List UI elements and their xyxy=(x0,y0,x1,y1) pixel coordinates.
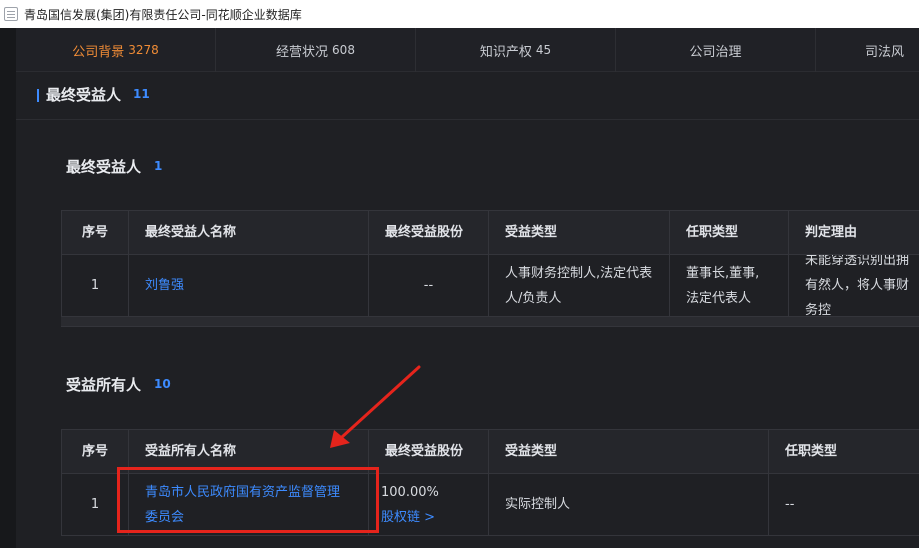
section-accent-bar xyxy=(37,89,39,102)
tab-intellectual-property[interactable]: 知识产权 45 xyxy=(416,28,616,72)
position-type: 董事长,董事,法定代表人 xyxy=(669,255,788,316)
column-header: 最终受益股份 xyxy=(368,211,488,254)
determination-reason: 未能穿透识别出拥有然人，将人事财务控 xyxy=(788,255,919,316)
column-header: 最终受益人名称 xyxy=(128,211,368,254)
column-header: 受益类型 xyxy=(488,430,768,473)
tab-count: 45 xyxy=(535,43,552,57)
tab-label: 公司治理 xyxy=(689,44,742,60)
tab-count: 608 xyxy=(332,43,355,57)
column-header: 受益类型 xyxy=(488,211,669,254)
beneficiary-name-cell: 刘鲁强 xyxy=(128,255,368,316)
window-titlebar: 青岛国信发展(集团)有限责任公司-同花顺企业数据库 xyxy=(0,0,919,28)
company-tabs: 公司背景 3278 经营状况 608 知识产权 45 公司治理 司法风 xyxy=(16,28,919,72)
row-index: 1 xyxy=(61,255,128,316)
tab-company-background[interactable]: 公司背景 3278 xyxy=(16,28,216,72)
left-sidebar-strip xyxy=(0,28,16,548)
owner-share-value: 100.00% xyxy=(381,484,439,500)
owner-share-cell: 100.00% 股权链 > xyxy=(368,474,488,535)
tab-corporate-governance[interactable]: 公司治理 xyxy=(616,28,816,72)
beneficial-owners-title: 受益所有人 xyxy=(66,376,142,394)
beneficiary-name-link[interactable]: 刘鲁强 xyxy=(145,273,184,298)
beneficial-share: -- xyxy=(368,255,488,316)
section-count: 11 xyxy=(133,87,150,101)
tab-label: 公司背景 xyxy=(72,44,125,60)
column-header: 任职类型 xyxy=(669,211,788,254)
ubo-table: 序号 最终受益人名称 最终受益股份 受益类型 任职类型 判定理由 1 刘鲁强 -… xyxy=(61,210,919,327)
tab-label: 知识产权 xyxy=(479,44,532,60)
window-title: 青岛国信发展(集团)有限责任公司-同花顺企业数据库 xyxy=(24,7,302,22)
ubo-title: 最终受益人 xyxy=(66,158,142,176)
table-row: 1 刘鲁强 -- 人事财务控制人,法定代表人/负责人 董事长,董事,法定代表人 … xyxy=(61,255,919,317)
horizontal-scrollbar[interactable] xyxy=(61,317,919,327)
ubo-count: 1 xyxy=(154,159,163,173)
owner-type: 实际控制人 xyxy=(488,474,768,535)
column-header: 判定理由 xyxy=(788,211,919,254)
app-icon xyxy=(4,7,18,21)
tab-label: 经营状况 xyxy=(276,44,329,60)
tab-operations[interactable]: 经营状况 608 xyxy=(216,28,416,72)
owner-position: -- xyxy=(768,474,919,535)
column-header: 序号 xyxy=(61,211,128,254)
section-title: 最终受益人 xyxy=(46,86,122,104)
section-header: 最终受益人 11 xyxy=(16,72,919,120)
red-highlight-box xyxy=(117,467,379,533)
tab-judicial-risk[interactable]: 司法风 xyxy=(816,28,919,72)
tab-label: 司法风 xyxy=(865,44,905,60)
table-header-row: 序号 最终受益人名称 最终受益股份 受益类型 任职类型 判定理由 xyxy=(61,211,919,255)
beneficial-owners-count: 10 xyxy=(154,377,171,391)
equity-chain-link[interactable]: 股权链 > xyxy=(381,505,435,530)
column-header: 任职类型 xyxy=(768,430,919,473)
beneficiary-type: 人事财务控制人,法定代表人/负责人 xyxy=(488,255,669,316)
tab-count: 3278 xyxy=(128,43,159,57)
column-header: 最终受益股份 xyxy=(368,430,488,473)
